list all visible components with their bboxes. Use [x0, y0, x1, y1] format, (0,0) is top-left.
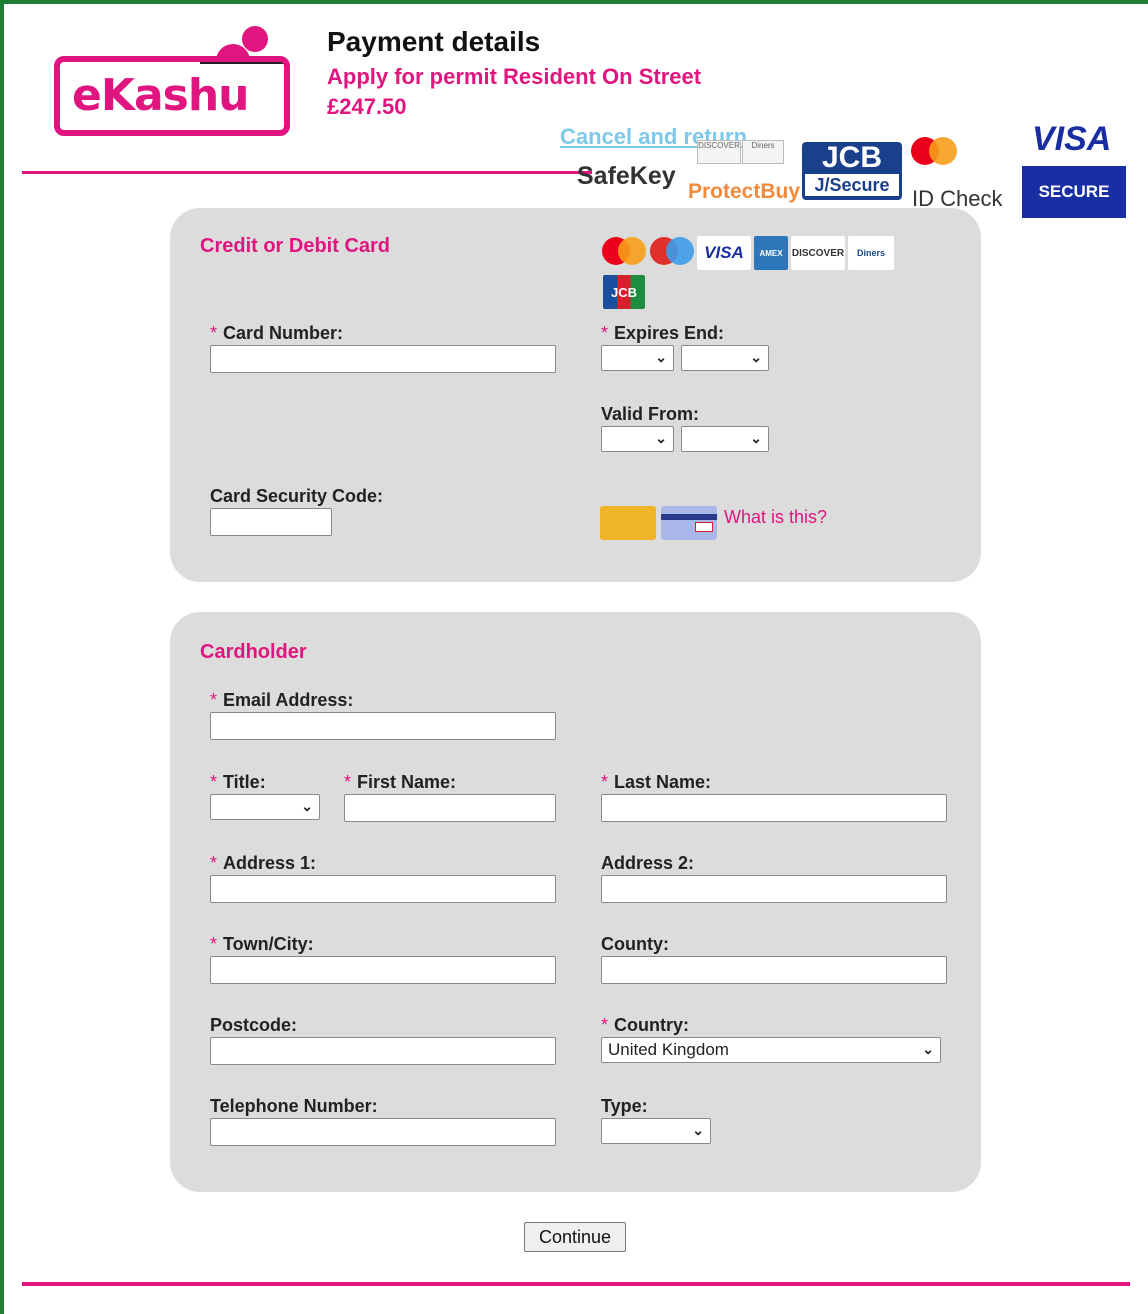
- security-code-label: Card Security Code:: [210, 486, 384, 506]
- discover-mini-logo: DISCOVER: [697, 140, 741, 164]
- address2-label: Address 2:: [601, 853, 695, 873]
- county-input[interactable]: [601, 956, 947, 984]
- amex-safekey-logo: SafeKey: [577, 162, 676, 190]
- jcb-card-icon: JCB: [603, 275, 645, 309]
- chevron-down-icon: ⌄: [655, 349, 667, 365]
- continue-button[interactable]: Continue: [524, 1222, 626, 1252]
- ekashu-logo: eKashu: [72, 70, 249, 121]
- address1-input[interactable]: [210, 875, 556, 903]
- last-name-label: * Last Name:: [601, 772, 712, 792]
- last-name-input[interactable]: [601, 794, 947, 822]
- chevron-down-icon: ⌄: [922, 1041, 934, 1057]
- maestro-icon: [650, 237, 694, 265]
- what-is-this-link[interactable]: What is this?: [724, 507, 827, 528]
- title-label: * Title:: [210, 772, 266, 792]
- country-value: United Kingdom: [608, 1040, 729, 1059]
- chevron-down-icon: ⌄: [655, 430, 667, 446]
- valid-from-label: Valid From:: [601, 404, 700, 424]
- visa-card-icon: VISA: [697, 236, 751, 270]
- card-front-icon: [600, 506, 656, 540]
- card-section-title: Credit or Debit Card: [200, 235, 391, 257]
- visa-secure-badge: SECURE: [1022, 166, 1126, 218]
- telephone-label: Telephone Number:: [210, 1096, 378, 1116]
- visa-logo: VISA: [1032, 120, 1112, 158]
- expires-month-select[interactable]: ⌄: [601, 345, 674, 371]
- country-select[interactable]: United Kingdom ⌄: [601, 1037, 941, 1063]
- telephone-input[interactable]: [210, 1118, 556, 1146]
- footer-divider: [22, 1282, 1130, 1286]
- header-divider: [22, 171, 592, 174]
- chevron-down-icon: ⌄: [301, 798, 313, 814]
- discover-card-icon: DISCOVER: [791, 236, 845, 270]
- town-city-input[interactable]: [210, 956, 556, 984]
- first-name-label: * First Name:: [344, 772, 457, 792]
- valid-from-year-select[interactable]: ⌄: [681, 426, 769, 452]
- postcode-label: Postcode:: [210, 1015, 298, 1035]
- cardholder-section-title: Cardholder: [200, 641, 307, 663]
- first-name-input[interactable]: [344, 794, 556, 822]
- phone-type-select[interactable]: ⌄: [601, 1118, 711, 1144]
- title-select[interactable]: ⌄: [210, 794, 320, 820]
- jsecure-text: J/Secure: [805, 174, 899, 196]
- postcode-input[interactable]: [210, 1037, 556, 1065]
- expires-end-label: * Expires End:: [601, 323, 725, 343]
- country-label: * Country:: [601, 1015, 690, 1035]
- phone-type-label: Type:: [601, 1096, 648, 1116]
- address2-input[interactable]: [601, 875, 947, 903]
- payment-description: Apply for permit Resident On Street: [327, 64, 702, 89]
- jcb-text: JCB: [821, 141, 882, 174]
- logo-dot: [242, 26, 268, 52]
- payment-amount: £247.50: [327, 94, 407, 119]
- jcb-jsecure-logo: JCB J/Secure: [802, 142, 902, 200]
- expires-year-select[interactable]: ⌄: [681, 345, 769, 371]
- discover-protectbuy-logo: ProtectBuy: [688, 180, 801, 203]
- email-label: * Email Address:: [210, 690, 354, 710]
- mastercard-icon: [911, 137, 957, 165]
- county-label: County:: [601, 934, 669, 954]
- page-title: Payment details: [327, 26, 541, 57]
- diners-mini-logo: Diners: [742, 140, 784, 164]
- email-field[interactable]: [210, 712, 556, 740]
- mastercard-icon: [602, 237, 646, 265]
- chevron-down-icon: ⌄: [750, 349, 762, 365]
- amex-card-icon: AMEX: [754, 236, 788, 270]
- town-city-label: * Town/City:: [210, 934, 314, 954]
- card-number-label: * Card Number:: [210, 323, 344, 343]
- valid-from-month-select[interactable]: ⌄: [601, 426, 674, 452]
- card-number-input[interactable]: [210, 345, 556, 373]
- chevron-down-icon: ⌄: [692, 1122, 704, 1138]
- card-back-icon: [661, 506, 717, 540]
- security-code-input[interactable]: [210, 508, 332, 536]
- address1-label: * Address 1:: [210, 853, 317, 873]
- diners-club-card-icon: Diners: [848, 236, 894, 270]
- chevron-down-icon: ⌄: [750, 430, 762, 446]
